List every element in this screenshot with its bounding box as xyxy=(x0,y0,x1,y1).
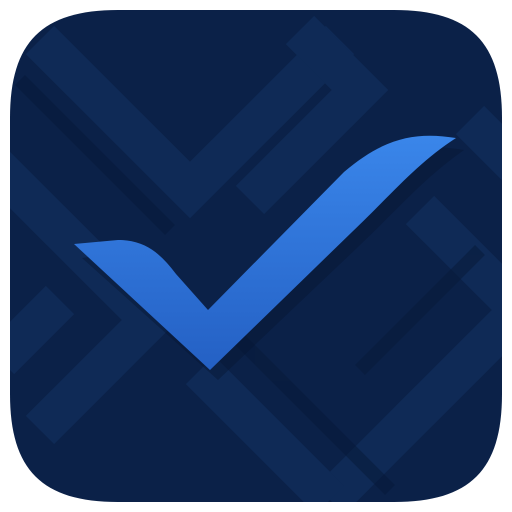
icon-background-group xyxy=(10,10,502,502)
icon-stage xyxy=(0,0,512,512)
app-icon[interactable] xyxy=(0,0,512,512)
